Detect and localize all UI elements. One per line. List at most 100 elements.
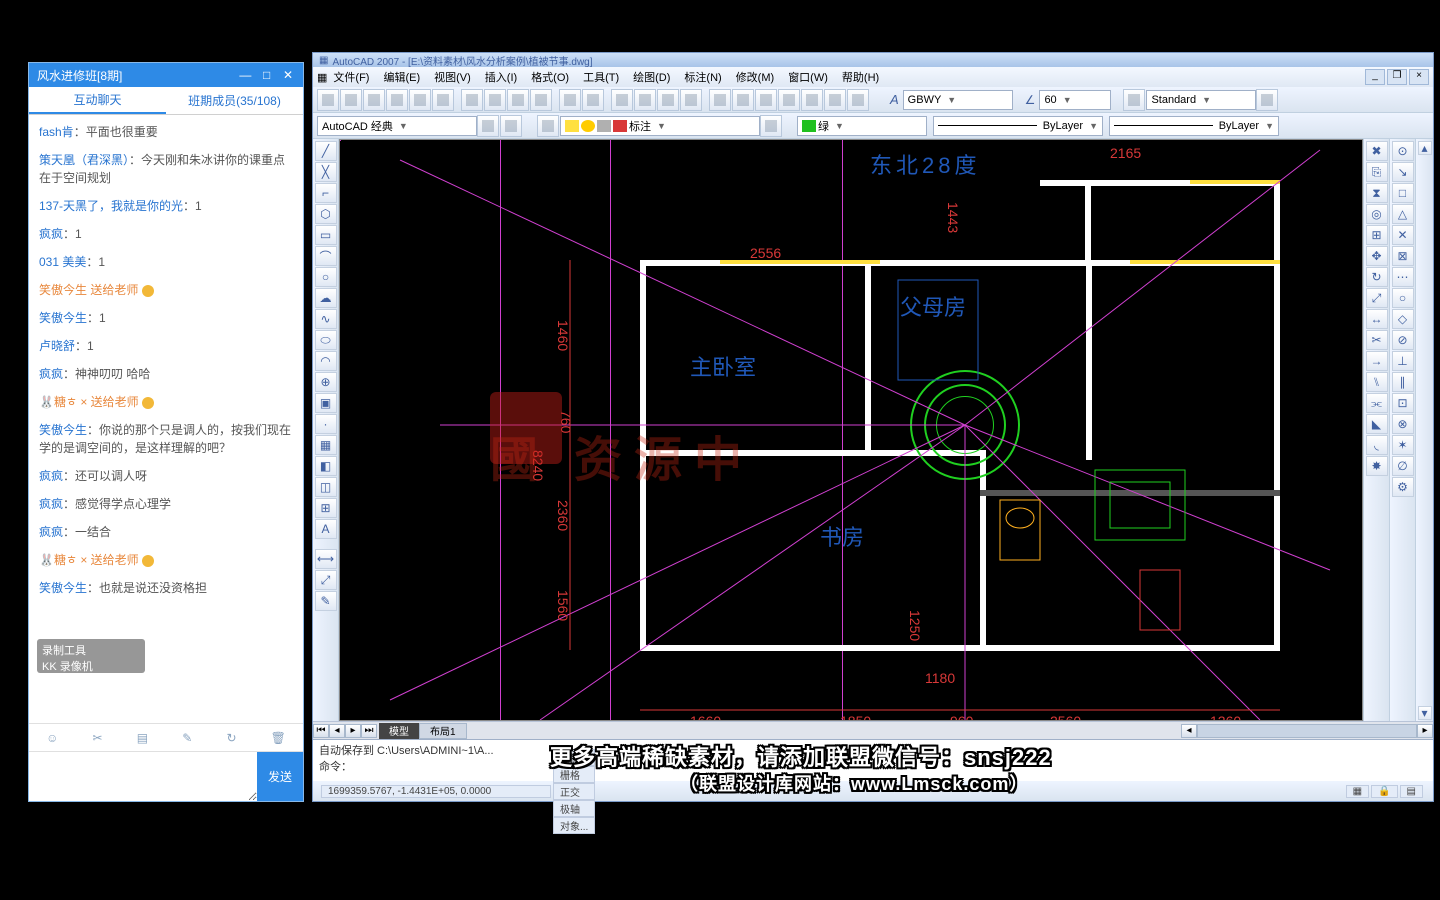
zoom-rt-icon[interactable] (634, 89, 656, 111)
dimstyle-mgr-icon[interactable] (1256, 89, 1278, 111)
hscroll-track[interactable] (1197, 724, 1417, 738)
open-icon[interactable] (340, 89, 362, 111)
table-icon[interactable]: ⊞ (315, 498, 337, 518)
dimstyle-select[interactable]: Standard▼ (1146, 90, 1256, 110)
tab-prev-icon[interactable]: ◂ (329, 724, 345, 738)
osnap-int-icon[interactable]: ✕ (1392, 225, 1414, 245)
tab-next-icon[interactable]: ▸ (345, 724, 361, 738)
print-icon[interactable] (386, 89, 408, 111)
scissors-icon[interactable]: ✂ (93, 731, 103, 745)
polygon-icon[interactable]: ⬡ (315, 204, 337, 224)
toolpalette-icon[interactable] (755, 89, 777, 111)
zoom-prev-icon[interactable] (680, 89, 702, 111)
chat-min-icon[interactable]: — (238, 68, 252, 82)
chamfer-icon[interactable]: ◣ (1366, 414, 1388, 434)
osnap-tan-icon[interactable]: ⊘ (1392, 330, 1414, 350)
extend-icon[interactable]: → (1366, 351, 1388, 371)
status-plot-icon[interactable]: ▤ (1400, 785, 1423, 798)
menu-item[interactable]: 文件(F) (333, 72, 369, 84)
markup-icon[interactable] (801, 89, 823, 111)
status-lock-icon[interactable]: 🔒 (1371, 785, 1397, 798)
hatch-icon[interactable]: ▦ (315, 435, 337, 455)
lineweight-select[interactable]: ByLayer▼ (1109, 116, 1279, 136)
array-icon[interactable]: ⊞ (1366, 225, 1388, 245)
move-icon[interactable]: ✥ (1366, 246, 1388, 266)
workspace-settings-icon[interactable] (477, 115, 499, 137)
menu-item[interactable]: 绘图(D) (633, 72, 670, 84)
osnap-ins-icon[interactable]: ⊡ (1392, 393, 1414, 413)
status-coords[interactable]: 1699359.5767, -1.4431E+05, 0.0000 (321, 785, 551, 798)
ellipsearc-icon[interactable]: ◠ (315, 351, 337, 371)
hscroll-left-icon[interactable]: ◂ (1181, 724, 1197, 738)
menu-item[interactable]: 插入(I) (485, 72, 517, 84)
undo-icon[interactable] (559, 89, 581, 111)
dim-aligned-icon[interactable]: ⤢ (315, 570, 337, 590)
delete-icon[interactable]: 🗑 (271, 731, 286, 745)
calc-icon[interactable] (824, 89, 846, 111)
mirror-icon[interactable]: ⧗ (1366, 183, 1388, 203)
erase-icon[interactable]: ✖ (1366, 141, 1388, 161)
new-icon[interactable] (317, 89, 339, 111)
explode-icon[interactable]: ✸ (1366, 456, 1388, 476)
dim-linear-icon[interactable]: ⟷ (315, 549, 337, 569)
layout1-tab[interactable]: 布局1 (419, 723, 467, 739)
textstyle-select[interactable]: GBWY▼ (903, 90, 1013, 110)
fillet-icon[interactable]: ◟ (1366, 435, 1388, 455)
cut-icon[interactable] (461, 89, 483, 111)
status-toggle[interactable]: 极轴 (553, 800, 595, 817)
save-icon[interactable] (363, 89, 385, 111)
scroll-down-icon[interactable]: ▾ (1418, 706, 1432, 720)
copy-icon[interactable] (484, 89, 506, 111)
chat-max-icon[interactable]: □ (260, 68, 274, 82)
model-tab[interactable]: 模型 (379, 723, 419, 739)
menu-item[interactable]: 编辑(E) (383, 72, 420, 84)
drawing-canvas[interactable]: 东北28度 主卧室 (339, 139, 1363, 721)
note-icon[interactable]: ✎ (182, 731, 192, 745)
osnap-cen-icon[interactable]: ○ (1392, 288, 1414, 308)
ellipse-icon[interactable]: ⬭ (315, 330, 337, 350)
osnap-appint-icon[interactable]: ⊠ (1392, 246, 1414, 266)
rotate-icon[interactable]: ↻ (1366, 267, 1388, 287)
menu-item[interactable]: 视图(V) (434, 72, 471, 84)
join-icon[interactable]: ⫘ (1366, 393, 1388, 413)
tab-chat[interactable]: 互动聊天 (29, 87, 166, 114)
dimstyle-icon[interactable] (1123, 89, 1145, 111)
vertical-scrollbar[interactable]: ▴ ▾ (1415, 139, 1433, 721)
mtext-icon[interactable]: A (315, 519, 337, 539)
hscroll-right-icon[interactable]: ▸ (1417, 724, 1433, 738)
osnap-node-icon[interactable]: ⊗ (1392, 414, 1414, 434)
sheetset-icon[interactable] (778, 89, 800, 111)
angle-select[interactable]: 60▼ (1039, 90, 1111, 110)
break-icon[interactable]: ⑊ (1366, 372, 1388, 392)
menu-item[interactable]: 窗口(W) (788, 72, 828, 84)
xline-icon[interactable]: ╳ (315, 162, 337, 182)
paste-icon[interactable] (507, 89, 529, 111)
image-icon[interactable]: ▤ (137, 731, 148, 745)
osnap-from-icon[interactable]: ↘ (1392, 162, 1414, 182)
history-icon[interactable]: ↻ (226, 731, 236, 745)
pline-icon[interactable]: ⌐ (315, 183, 337, 203)
osnap-perp-icon[interactable]: ⊥ (1392, 351, 1414, 371)
properties-icon[interactable] (709, 89, 731, 111)
copy2-icon[interactable]: ⎘ (1366, 162, 1388, 182)
acad-titlebar[interactable]: ▦ AutoCAD 2007 - [E:\资料素材\风水分析案例\植被节事.dw… (313, 53, 1433, 67)
scale-icon[interactable]: ⤢ (1366, 288, 1388, 308)
osnap-ext-icon[interactable]: ⋯ (1392, 267, 1414, 287)
gradient-icon[interactable]: ◧ (315, 456, 337, 476)
tab-last-icon[interactable]: ⏭ (361, 724, 377, 738)
menu-item[interactable]: 格式(O) (531, 72, 569, 84)
linetype-select[interactable]: ByLayer▼ (933, 116, 1103, 136)
workspace-save-icon[interactable] (500, 115, 522, 137)
preview-icon[interactable] (409, 89, 431, 111)
rectangle-icon[interactable]: ▭ (315, 225, 337, 245)
region-icon[interactable]: ◫ (315, 477, 337, 497)
help-icon[interactable] (847, 89, 869, 111)
layer-select[interactable]: 标注▼ (560, 116, 760, 136)
osnap-none-icon[interactable]: ∅ (1392, 456, 1414, 476)
chat-titlebar[interactable]: 风水进修班[8期] — □ ✕ (29, 63, 303, 87)
chat-message-list[interactable]: fash肯：平面也很重要策天凰（君深黑）：今天刚和朱冰讲你的课重点在于空间规划1… (29, 115, 303, 723)
menu-item[interactable]: 修改(M) (736, 72, 775, 84)
arc-icon[interactable]: ⌒ (315, 246, 337, 266)
menu-item[interactable]: 帮助(H) (842, 72, 879, 84)
line-icon[interactable]: ╱ (315, 141, 337, 161)
